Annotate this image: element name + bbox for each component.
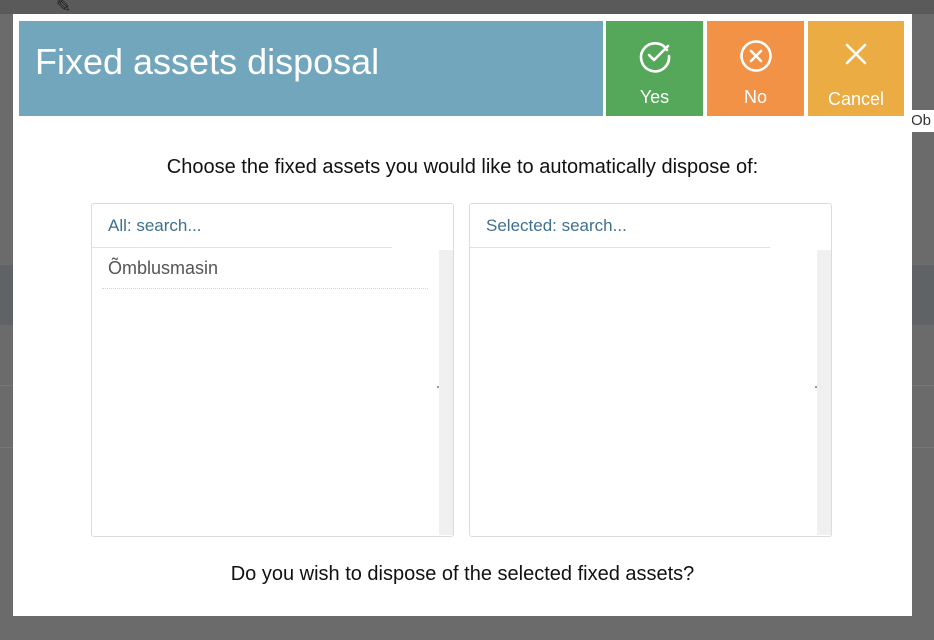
selected-scrollbar[interactable]	[815, 250, 831, 535]
yes-button[interactable]: Yes	[606, 21, 703, 116]
dialog-title: Fixed assets disposal	[35, 41, 380, 82]
disposal-dialog: Fixed assets disposal Yes No Cancel Choo…	[13, 14, 912, 616]
no-button[interactable]: No	[707, 21, 804, 116]
dialog-question: Do you wish to dispose of the selected f…	[230, 563, 695, 585]
check-circle-icon	[639, 42, 670, 73]
dialog-header: Fixed assets disposal	[19, 21, 603, 116]
selected-search-input[interactable]	[470, 204, 770, 248]
close-icon	[845, 43, 867, 65]
background-partial-text: Ob	[911, 110, 934, 132]
background-toolbar	[0, 0, 934, 14]
selected-assets-panel	[469, 203, 832, 537]
no-label: No	[743, 87, 767, 107]
available-assets-panel: Õmblusmasin	[91, 203, 454, 537]
available-scrollbar[interactable]	[437, 250, 453, 535]
selected-assets-list	[470, 250, 816, 535]
x-circle-icon	[739, 40, 772, 72]
scroll-marker	[437, 386, 439, 388]
yes-label: Yes	[639, 87, 670, 107]
dialog-prompt: Choose the fixed assets you would like t…	[166, 156, 759, 178]
cancel-button[interactable]: Cancel	[808, 21, 904, 116]
scroll-marker	[815, 386, 817, 388]
list-item[interactable]: Õmblusmasin	[102, 250, 428, 289]
available-search-input[interactable]	[92, 204, 392, 248]
cancel-label: Cancel	[827, 89, 885, 109]
available-assets-list: Õmblusmasin	[92, 250, 438, 535]
